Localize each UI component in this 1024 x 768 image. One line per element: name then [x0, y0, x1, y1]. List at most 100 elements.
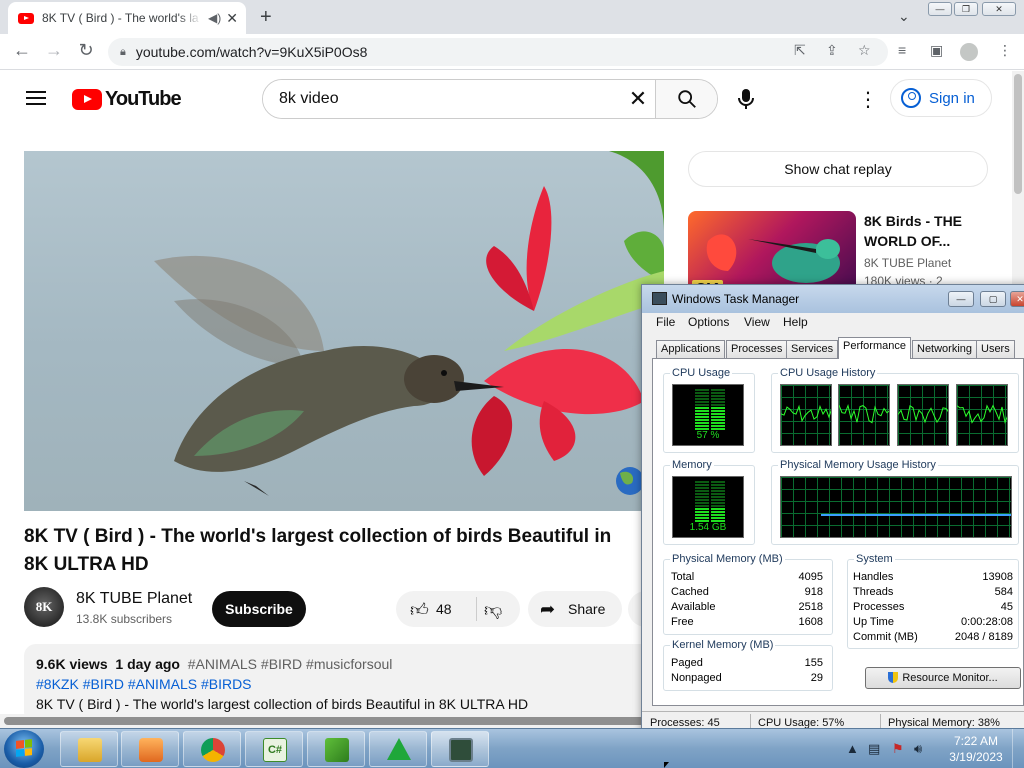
taskbar-task-manager[interactable]	[431, 731, 489, 767]
url-text[interactable]: youtube.com/watch?v=9KuX5iP0Os8	[136, 44, 368, 60]
menu-view[interactable]: View	[744, 315, 770, 329]
start-button[interactable]	[4, 730, 44, 768]
resource-monitor-label: Resource Monitor...	[902, 672, 998, 684]
close-window-button[interactable]: ✕	[982, 2, 1016, 16]
vertical-scrollbar-thumb[interactable]	[1014, 74, 1022, 194]
cpu-core-1-graph	[780, 384, 832, 446]
system-label: System	[854, 553, 895, 565]
youtube-favicon-icon	[18, 12, 34, 24]
taskbar-green-triangle[interactable]	[369, 731, 427, 767]
cpu-gauge-segment	[695, 425, 709, 427]
memory-group: Memory 1.54 GB	[663, 459, 755, 545]
share-page-icon[interactable]: ⇪	[826, 42, 838, 59]
channel-name[interactable]: 8K TUBE Planet	[76, 590, 192, 608]
recommendation-title[interactable]: 8K Birds - THE WORLD OF...	[864, 211, 994, 251]
forward-icon[interactable]: →	[42, 40, 66, 61]
tm-close-button[interactable]: ✕	[1010, 291, 1024, 307]
recommendation-channel[interactable]: 8K TUBE Planet	[864, 256, 951, 270]
bookmark-star-icon[interactable]: ☆	[858, 42, 871, 59]
show-chat-replay-button[interactable]: Show chat replay	[688, 151, 988, 187]
tm-maximize-button[interactable]: ▢	[980, 291, 1006, 307]
menu-file[interactable]: File	[656, 315, 675, 329]
thumbs-up-icon[interactable]: 👍︎	[410, 599, 429, 621]
sign-in-label: Sign in	[929, 89, 975, 107]
taskbar-explorer[interactable]	[60, 731, 118, 767]
taskbar-chrome[interactable]	[183, 731, 241, 767]
clock-date[interactable]: 3/19/2023	[946, 750, 1006, 764]
show-desktop-button[interactable]	[1012, 729, 1024, 768]
taskbar-registry[interactable]	[307, 731, 365, 767]
tab-users[interactable]: Users	[976, 340, 1015, 359]
reload-icon[interactable]: ↻	[74, 40, 98, 61]
minimize-button[interactable]: —	[928, 2, 952, 16]
tab-processes[interactable]: Processes	[726, 340, 788, 359]
action-center-flag-icon[interactable]: ⚑	[892, 741, 904, 757]
tab-services[interactable]: Services	[786, 340, 839, 359]
back-icon[interactable]: ←	[10, 40, 34, 61]
search-input[interactable]	[263, 80, 621, 118]
stat-handles-value: 13908	[982, 571, 1013, 583]
tab-applications[interactable]: Applications	[656, 340, 726, 359]
microphone-icon[interactable]	[736, 88, 756, 110]
memory-gauge-segment	[695, 508, 709, 510]
media-control-icon[interactable]: ≡	[898, 42, 906, 58]
tab-networking[interactable]: Networking	[912, 340, 978, 359]
taskbar-csharp[interactable]: C#	[245, 731, 303, 767]
settings-kebab-icon[interactable]: ⋮	[858, 87, 878, 112]
taskbar-media-player[interactable]	[121, 731, 179, 767]
task-manager-titlebar[interactable]: Windows Task Manager — ▢ ✕	[642, 285, 1024, 313]
resource-monitor-button[interactable]: Resource Monitor...	[865, 667, 1021, 689]
mouse-cursor-icon	[664, 762, 669, 768]
browser-tab[interactable]: 8K TV ( Bird ) - The world's la ◀) ✕	[8, 2, 246, 34]
chrome-menu-icon[interactable]: ⋮	[998, 42, 1012, 59]
restore-button[interactable]: ❐	[954, 2, 978, 16]
network-icon[interactable]: ▤	[868, 741, 880, 757]
sign-in-button[interactable]: Sign in	[890, 79, 992, 117]
hashtags-line-1[interactable]: #ANIMALS #BIRD #musicforsoul	[188, 656, 393, 672]
subscribe-button[interactable]: Subscribe	[212, 591, 306, 627]
chrome-icon	[201, 738, 225, 762]
profile-avatar-icon[interactable]	[960, 43, 978, 61]
youtube-logo-text: YouTube	[105, 88, 182, 110]
cpu-gauge-segment	[711, 395, 725, 397]
hashtags-line-2[interactable]: #8KZK #BIRD #ANIMALS #BIRDS	[36, 674, 652, 694]
cpu-history-line	[781, 404, 831, 423]
open-in-app-icon[interactable]: ⇱	[794, 42, 806, 59]
youtube-logo[interactable]: YouTube	[72, 88, 182, 111]
tab-search-icon[interactable]: ⌄	[898, 8, 910, 25]
hamburger-menu-icon[interactable]	[26, 91, 46, 105]
side-panel-icon[interactable]: ▣	[930, 42, 943, 59]
share-button[interactable]: ➦ Share	[528, 591, 622, 627]
stat-total-value: 4095	[798, 571, 823, 583]
cpu-history-line	[898, 404, 948, 424]
search-button[interactable]	[655, 80, 717, 118]
memory-gauge-segment	[711, 505, 725, 507]
tab-close-icon[interactable]: ✕	[226, 10, 238, 27]
channel-avatar[interactable]: 8K	[24, 587, 64, 627]
video-player[interactable]	[24, 151, 664, 511]
volume-icon[interactable]: 🔊︎	[914, 741, 922, 757]
memory-history-group: Physical Memory Usage History	[771, 459, 1019, 545]
show-hidden-icons-icon[interactable]: ▲	[846, 741, 859, 756]
menu-options[interactable]: Options	[688, 315, 729, 329]
lock-icon[interactable]: 🔒︎	[120, 46, 126, 59]
cpu-gauge-segment	[711, 392, 725, 394]
memory-gauge-segment	[695, 493, 709, 495]
browser-toolbar: ← → ↻ 🔒︎ youtube.com/watch?v=9KuX5iP0Os8…	[0, 34, 1024, 70]
horizontal-scrollbar-thumb[interactable]	[4, 717, 664, 725]
like-count[interactable]: 48	[436, 601, 452, 617]
youtube-play-icon	[72, 89, 102, 110]
clear-search-icon[interactable]: ✕	[621, 80, 655, 118]
new-tab-icon[interactable]: +	[260, 6, 272, 29]
tm-minimize-button[interactable]: —	[948, 291, 974, 307]
speaker-icon[interactable]: ◀)	[208, 11, 221, 25]
description-box[interactable]: 9.6K views 1 day ago #ANIMALS #BIRD #mus…	[24, 644, 664, 724]
memory-gauge-segment	[711, 484, 725, 486]
video-title: 8K TV ( Bird ) - The world's largest col…	[24, 526, 612, 575]
clock-time[interactable]: 7:22 AM	[948, 733, 1004, 749]
tab-performance[interactable]: Performance	[838, 337, 911, 359]
address-bar[interactable]: 🔒︎ youtube.com/watch?v=9KuX5iP0Os8	[108, 38, 888, 66]
menu-help[interactable]: Help	[783, 315, 808, 329]
memory-gauge-segment	[695, 502, 709, 504]
thumbs-down-icon[interactable]: 👎︎	[484, 599, 502, 621]
